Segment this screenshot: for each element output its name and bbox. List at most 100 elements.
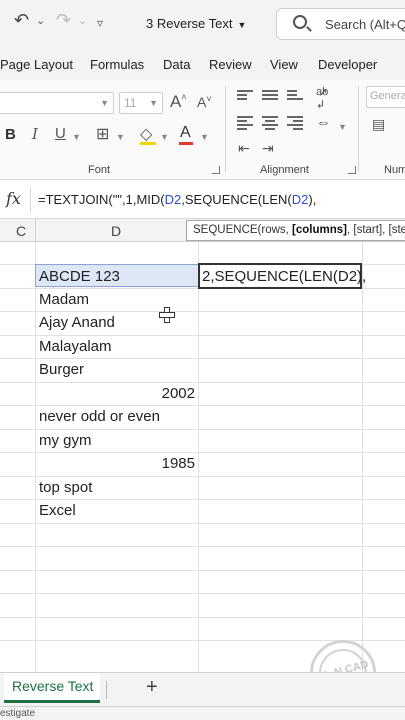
underline-button[interactable]: U xyxy=(55,125,66,142)
formula-bar-divider xyxy=(30,187,31,213)
formula-part: ,SEQUENCE(LEN( xyxy=(181,192,292,207)
ribbon: ▼ 11 ▼ A˄ A˅ B I U ▼ ⊞ ▼ ◇ ▼ A ▼ Font ↗ … xyxy=(0,80,405,180)
font-color-icon[interactable]: A xyxy=(180,124,191,142)
gridline xyxy=(0,523,405,524)
align-left-icon[interactable] xyxy=(237,116,253,130)
grow-font-icon[interactable]: A˄ xyxy=(170,92,187,112)
column-header-c[interactable]: C xyxy=(16,223,26,239)
font-dialog-launcher-icon[interactable] xyxy=(212,166,220,174)
add-sheet-button[interactable]: + xyxy=(146,676,158,699)
sheet-tab-bar: Reverse Text + xyxy=(0,672,405,706)
ribbon-tabs: Page Layout Formulas Data Review View De… xyxy=(0,50,405,80)
cell-d3[interactable]: Madam xyxy=(39,288,197,311)
formula-ref: D2 xyxy=(164,192,182,207)
tab-view[interactable]: View xyxy=(270,57,298,72)
search-placeholder: Search (Alt+Q) xyxy=(325,17,405,32)
search-box[interactable]: Search (Alt+Q) xyxy=(276,8,405,40)
font-name-field[interactable]: ▼ xyxy=(0,92,114,114)
gridline xyxy=(0,593,405,594)
accounting-format-icon[interactable]: ▤ xyxy=(372,116,385,133)
borders-dropdown-icon[interactable]: ▼ xyxy=(116,132,125,142)
chevron-down-icon: ▼ xyxy=(149,98,158,108)
redo-dropdown-icon[interactable]: ⌄ xyxy=(78,14,87,27)
cell-d10[interactable]: 1985 xyxy=(39,452,195,475)
document-name-label: 3 Reverse Text xyxy=(146,16,233,31)
gridline xyxy=(198,242,199,672)
undo-dropdown-icon[interactable]: ⌄ xyxy=(36,14,45,27)
gridline xyxy=(35,242,36,672)
grow-font-label: A xyxy=(170,92,182,111)
align-center-icon[interactable] xyxy=(262,116,278,130)
redo-icon[interactable]: ↷ xyxy=(56,10,71,31)
merge-dropdown-icon[interactable]: ▼ xyxy=(338,122,347,132)
underline-dropdown-icon[interactable]: ▼ xyxy=(72,132,81,142)
chevron-down-icon: ▼ xyxy=(237,20,247,30)
column-divider xyxy=(35,219,36,242)
cell-d9[interactable]: my gym xyxy=(39,429,197,452)
merge-center-icon[interactable]: ⇔ xyxy=(316,114,331,131)
gridline xyxy=(0,546,405,547)
cell-d6[interactable]: Burger xyxy=(39,358,197,381)
shrink-font-label: A xyxy=(197,94,207,110)
cell-e2-editing[interactable]: 2,SEQUENCE(LEN(D2), xyxy=(198,263,366,289)
gridline xyxy=(0,570,405,571)
group-divider xyxy=(225,86,226,172)
number-group-label: Num xyxy=(384,164,405,176)
formula-ref: D2 xyxy=(291,192,309,207)
column-header-d[interactable]: D xyxy=(111,223,121,239)
shrink-font-icon[interactable]: A˅ xyxy=(197,94,212,110)
tab-data[interactable]: Data xyxy=(163,57,190,72)
align-bottom-icon[interactable] xyxy=(287,90,303,102)
fill-color-swatch xyxy=(140,142,156,145)
undo-icon[interactable]: ↶ xyxy=(14,10,29,31)
tooltip-text: SEQUENCE(rows, xyxy=(193,224,293,236)
formula-part: =TEXTJOIN("",1,MID( xyxy=(38,192,165,207)
status-text: estigate xyxy=(0,708,36,719)
tab-review[interactable]: Review xyxy=(209,57,252,72)
tab-formulas[interactable]: Formulas xyxy=(90,57,144,72)
font-color-dropdown-icon[interactable]: ▼ xyxy=(200,132,209,142)
align-top-icon[interactable] xyxy=(237,90,253,102)
cell-d12[interactable]: Excel xyxy=(39,499,197,522)
cell-d7[interactable]: 2002 xyxy=(39,382,195,405)
align-middle-icon[interactable] xyxy=(262,90,278,102)
cell-d11[interactable]: top spot xyxy=(39,476,197,499)
title-bar: ↶ ⌄ ↷ ⌄ ▿ 3 Reverse Text ▼ Search (Alt+Q) xyxy=(0,0,405,50)
fill-color-dropdown-icon[interactable]: ▼ xyxy=(160,132,169,142)
borders-icon[interactable]: ⊞ xyxy=(96,124,109,144)
cell-d5[interactable]: Malayalam xyxy=(39,335,197,358)
align-right-icon[interactable] xyxy=(287,116,303,130)
tooltip-text: , [start], [step]) xyxy=(347,224,405,236)
status-bar: estigate xyxy=(0,706,405,720)
gridline xyxy=(362,242,363,672)
italic-button[interactable]: I xyxy=(32,125,38,143)
wrap-text-icon[interactable]: ab ↲ xyxy=(316,86,328,111)
formula-input[interactable]: =TEXTJOIN("",1,MID(D2,SEQUENCE(LEN(D2), xyxy=(38,192,316,207)
cell-cursor-icon xyxy=(159,307,175,323)
wrap-text-icon-label: ab xyxy=(316,86,329,98)
tab-divider xyxy=(106,681,107,699)
bold-button[interactable]: B xyxy=(5,126,16,143)
font-size-value: 11 xyxy=(124,96,137,110)
gridline xyxy=(0,617,405,618)
increase-indent-icon[interactable]: ⇥ xyxy=(262,140,274,157)
insert-function-icon[interactable]: fx xyxy=(6,189,21,208)
font-size-field[interactable]: 11 ▼ xyxy=(119,92,163,114)
number-format-field[interactable]: Genera xyxy=(366,86,405,108)
number-format-value: Genera xyxy=(370,90,405,102)
customize-quick-access-icon[interactable]: ▿ xyxy=(97,16,103,30)
document-name[interactable]: 3 Reverse Text ▼ xyxy=(146,16,246,31)
sheet-tab-reverse-text[interactable]: Reverse Text xyxy=(4,673,100,703)
function-argument-tooltip: SEQUENCE(rows, [columns], [start], [step… xyxy=(186,220,405,241)
tooltip-current-arg: [columns] xyxy=(292,224,347,236)
decrease-indent-icon[interactable]: ⇤ xyxy=(238,140,250,157)
cell-d2[interactable]: ABCDE 123 xyxy=(35,264,199,287)
fill-color-icon[interactable]: ◇ xyxy=(140,124,152,144)
formula-bar: fx =TEXTJOIN("",1,MID(D2,SEQUENCE(LEN(D2… xyxy=(0,181,405,219)
cell-d8[interactable]: never odd or even xyxy=(39,405,197,428)
alignment-group-label: Alignment xyxy=(260,164,309,176)
alignment-dialog-launcher-icon[interactable] xyxy=(348,166,356,174)
tab-page-layout[interactable]: Page Layout xyxy=(0,57,73,72)
group-divider xyxy=(358,86,359,172)
tab-developer[interactable]: Developer xyxy=(318,57,377,72)
